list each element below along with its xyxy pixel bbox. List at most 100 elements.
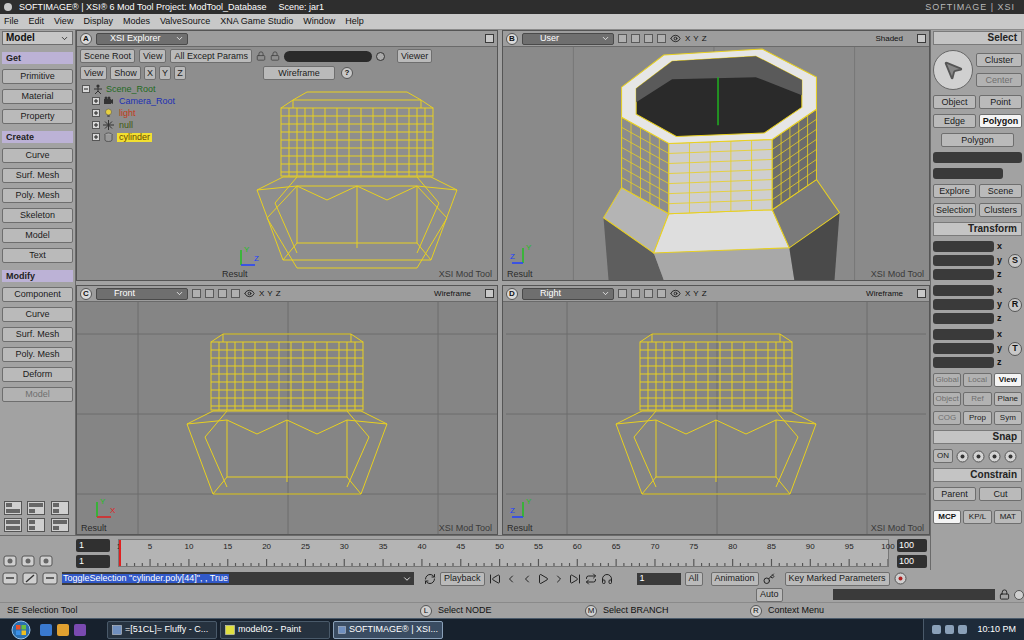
viewport[interactable]: CFrontXYZWireframeYXResultXSI Mod Tool	[76, 285, 498, 535]
search-field[interactable]	[284, 51, 372, 62]
command-button[interactable]: Property	[2, 109, 73, 124]
collapse-icon[interactable]	[82, 85, 90, 93]
transform-mode-button[interactable]: R	[1008, 298, 1022, 312]
view-option-box[interactable]	[218, 289, 227, 298]
transform-option-button[interactable]: Prop	[963, 411, 991, 425]
timeline-ruler[interactable]: 1510152025303540455055606570758085909510…	[118, 539, 889, 567]
axis-button[interactable]: Y	[693, 290, 698, 298]
view-option-box[interactable]	[644, 34, 653, 43]
filter-button[interactable]: Point	[979, 95, 1022, 109]
transform-value-field[interactable]	[933, 255, 994, 266]
camera-dropdown[interactable]: Right	[522, 288, 614, 300]
command-button[interactable]: Skeleton	[2, 208, 73, 223]
view-option-box[interactable]	[657, 34, 666, 43]
command-button[interactable]: Surf. Mesh	[2, 168, 73, 183]
script-tool-icon[interactable]	[22, 572, 38, 585]
visibility-eye-icon[interactable]	[244, 288, 255, 299]
command-button[interactable]: Poly. Mesh	[2, 347, 73, 362]
previous-frame-icon[interactable]	[521, 573, 533, 585]
layout-icon[interactable]	[27, 518, 45, 532]
command-button[interactable]: Curve	[2, 148, 73, 163]
command-button[interactable]: Text	[2, 248, 73, 263]
select-action-button[interactable]: Explore	[933, 184, 976, 198]
options-icon[interactable]	[1014, 590, 1024, 600]
layout-icon[interactable]	[51, 501, 69, 515]
command-button[interactable]: Deform	[2, 367, 73, 382]
constrain-button[interactable]: Parent	[933, 487, 976, 501]
filter-button[interactable]: Edge	[933, 114, 976, 128]
expand-icon[interactable]	[92, 133, 100, 141]
axis-filter-button[interactable]: Y	[159, 66, 171, 80]
transform-option-button[interactable]: COG	[933, 411, 961, 425]
viewport-canvas[interactable]: YZResultXSI Mod Tool	[503, 302, 929, 534]
select-action-button[interactable]: Scene	[979, 184, 1022, 198]
select-action-button[interactable]: Selection	[933, 203, 976, 217]
snap-mode-icon[interactable]	[1004, 450, 1017, 463]
filter-button[interactable]: Polygon	[979, 114, 1022, 128]
reference-mode-button[interactable]: Local	[963, 373, 991, 387]
script-tool-icon[interactable]	[42, 572, 58, 585]
expand-icon[interactable]	[92, 121, 100, 129]
quick-launch-icon[interactable]	[73, 623, 87, 637]
lock-icon[interactable]	[999, 589, 1010, 600]
view-option-box[interactable]	[205, 289, 214, 298]
explorer-toolbar-button[interactable]: Scene Root	[80, 49, 135, 63]
menu-item[interactable]: File	[4, 17, 19, 26]
refresh-icon[interactable]	[424, 573, 436, 585]
taskbar-item[interactable]: SOFTIMAGE® | XSI...	[333, 621, 443, 639]
loop-icon[interactable]	[585, 573, 597, 585]
transform-value-field[interactable]	[933, 357, 994, 368]
axis-button[interactable]: Y	[267, 290, 272, 298]
taskbar-item[interactable]: =[51CL]= Fluffy - C...	[107, 621, 217, 639]
expand-icon[interactable]	[92, 97, 100, 105]
axis-button[interactable]: X	[259, 290, 264, 298]
command-button[interactable]: Model	[2, 387, 73, 402]
transform-mode-button[interactable]: T	[1008, 342, 1022, 356]
transform-value-field[interactable]	[933, 343, 994, 354]
tree-item[interactable]: null	[82, 119, 217, 131]
mode-dropdown[interactable]: Model	[2, 31, 73, 45]
command-button[interactable]: Surf. Mesh	[2, 327, 73, 342]
menu-item[interactable]: Display	[83, 17, 113, 26]
play-icon[interactable]	[537, 573, 549, 585]
maximize-icon[interactable]	[485, 289, 494, 298]
select-option-button[interactable]: Center	[976, 73, 1022, 87]
camera-dropdown[interactable]: Front	[96, 288, 188, 300]
selection-field[interactable]	[933, 168, 1003, 179]
quick-launch-icon[interactable]	[56, 623, 70, 637]
lock-icon[interactable]	[256, 51, 266, 61]
viewport[interactable]: BUserXYZShadedYZResultXSI Mod Tool	[502, 30, 930, 281]
animation-button[interactable]: Animation	[711, 572, 759, 586]
tray-icon[interactable]	[945, 625, 954, 634]
maximize-icon[interactable]	[917, 34, 926, 43]
audio-icon[interactable]	[601, 573, 613, 585]
viewer-button[interactable]: Viewer	[397, 49, 432, 63]
menu-item[interactable]: Help	[345, 17, 364, 26]
menu-item[interactable]: Window	[303, 17, 335, 26]
constrain-button[interactable]: Cut	[979, 487, 1022, 501]
axis-filter-button[interactable]: Z	[174, 66, 186, 80]
end-range-field[interactable]: 100	[897, 555, 927, 568]
layout-icon[interactable]	[27, 501, 45, 515]
command-line-field[interactable]: ToggleSelection "cylinder.poly[44]", , T…	[62, 572, 414, 585]
panel-tab[interactable]: MAT	[994, 510, 1022, 524]
filter-icon[interactable]	[376, 52, 385, 61]
key-options-icon[interactable]	[894, 572, 907, 585]
transform-option-button[interactable]: Sym	[994, 411, 1022, 425]
command-button[interactable]: Curve	[2, 307, 73, 322]
menu-item[interactable]: Edit	[29, 17, 45, 26]
layout-icon[interactable]	[4, 518, 22, 532]
camera-dropdown[interactable]: User	[522, 33, 614, 45]
filter-menu[interactable]: Polygon	[941, 133, 1014, 147]
menu-item[interactable]: Modes	[123, 17, 150, 26]
range-button[interactable]: All	[685, 572, 703, 586]
display-mode-menu[interactable]: Wireframe	[434, 290, 481, 298]
reference-mode-button[interactable]: View	[994, 373, 1022, 387]
tray-icon[interactable]	[958, 625, 967, 634]
select-action-button[interactable]: Clusters	[979, 203, 1022, 217]
layout-icon[interactable]	[51, 518, 69, 532]
start-range-field[interactable]: 1	[76, 555, 110, 568]
axis-button[interactable]: Z	[276, 290, 281, 298]
command-button[interactable]: Model	[2, 228, 73, 243]
selection-field[interactable]	[933, 152, 1022, 163]
